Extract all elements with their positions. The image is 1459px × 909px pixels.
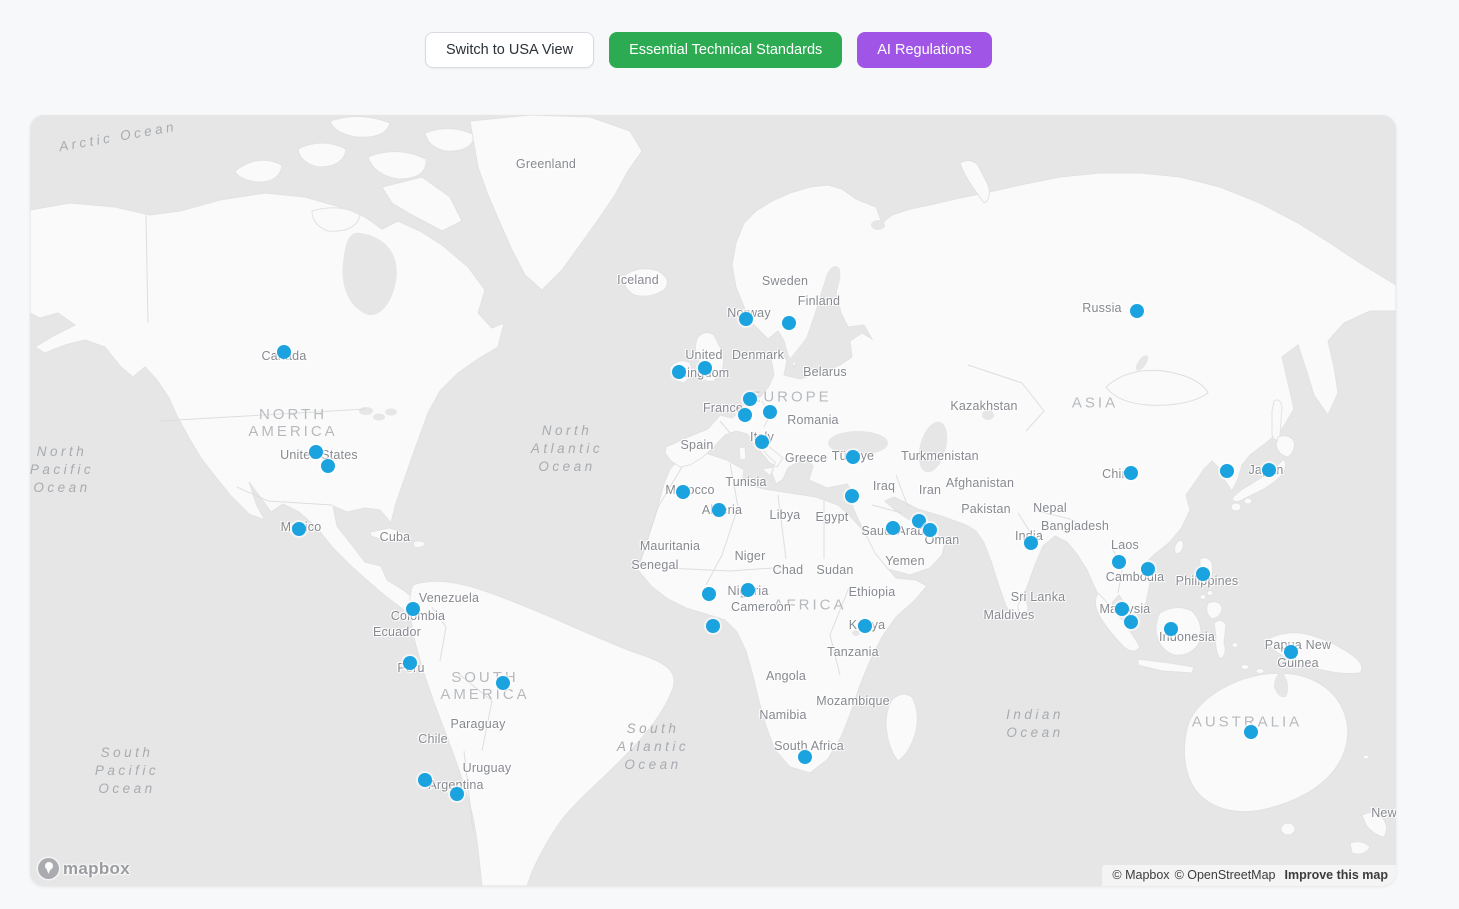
map-marker[interactable] <box>743 392 757 406</box>
switch-usa-view-button[interactable]: Switch to USA View <box>425 32 594 68</box>
attribution-osm-link[interactable]: © OpenStreetMap <box>1175 868 1276 882</box>
map-marker[interactable] <box>741 583 755 597</box>
map-marker[interactable] <box>712 503 726 517</box>
map-marker[interactable] <box>1244 725 1258 739</box>
map-marker[interactable] <box>1112 555 1126 569</box>
map-marker[interactable] <box>1164 622 1178 636</box>
map-attribution: © Mapbox © OpenStreetMap Improve this ma… <box>1102 865 1396 886</box>
map-marker[interactable] <box>698 361 712 375</box>
map-marker[interactable] <box>702 587 716 601</box>
essential-technical-standards-button[interactable]: Essential Technical Standards <box>609 32 842 68</box>
map-marker[interactable] <box>782 316 796 330</box>
attribution-mapbox-link[interactable]: © Mapbox <box>1112 868 1169 882</box>
map-marker[interactable] <box>676 485 690 499</box>
header-button-row: Switch to USA View Essential Technical S… <box>425 32 992 68</box>
mapbox-logo[interactable]: mapbox <box>38 858 130 879</box>
map-marker[interactable] <box>706 619 720 633</box>
map-marker[interactable] <box>858 619 872 633</box>
mapbox-wordmark: mapbox <box>63 859 130 879</box>
map-marker[interactable] <box>1124 466 1138 480</box>
map-marker[interactable] <box>1024 536 1038 550</box>
map-marker[interactable] <box>886 521 900 535</box>
map-marker[interactable] <box>292 522 306 536</box>
map-marker[interactable] <box>845 489 859 503</box>
map-marker[interactable] <box>496 676 510 690</box>
map-marker[interactable] <box>739 312 753 326</box>
ai-regulations-button[interactable]: AI Regulations <box>857 32 991 68</box>
improve-map-link[interactable]: Improve this map <box>1285 868 1389 882</box>
world-map[interactable]: Arctic OceanNorthPacificOceanNorthAtlant… <box>30 115 1396 886</box>
map-marker[interactable] <box>738 408 752 422</box>
map-marker[interactable] <box>450 787 464 801</box>
map-marker[interactable] <box>1220 464 1234 478</box>
map-landmass-layer <box>30 115 1396 886</box>
map-marker[interactable] <box>309 445 323 459</box>
map-marker[interactable] <box>418 773 432 787</box>
map-marker[interactable] <box>403 656 417 670</box>
map-marker[interactable] <box>763 405 777 419</box>
map-marker[interactable] <box>798 750 812 764</box>
map-marker[interactable] <box>1196 567 1210 581</box>
map-marker[interactable] <box>321 459 335 473</box>
map-marker[interactable] <box>1262 463 1276 477</box>
map-marker[interactable] <box>672 365 686 379</box>
map-marker[interactable] <box>846 450 860 464</box>
map-marker[interactable] <box>755 435 769 449</box>
map-marker[interactable] <box>406 602 420 616</box>
map-marker[interactable] <box>1115 602 1129 616</box>
map-marker[interactable] <box>1141 562 1155 576</box>
map-marker[interactable] <box>1284 645 1298 659</box>
mapbox-pin-icon <box>38 858 59 879</box>
map-marker[interactable] <box>277 345 291 359</box>
map-marker[interactable] <box>1124 615 1138 629</box>
map-marker[interactable] <box>923 523 937 537</box>
map-marker[interactable] <box>1130 304 1144 318</box>
